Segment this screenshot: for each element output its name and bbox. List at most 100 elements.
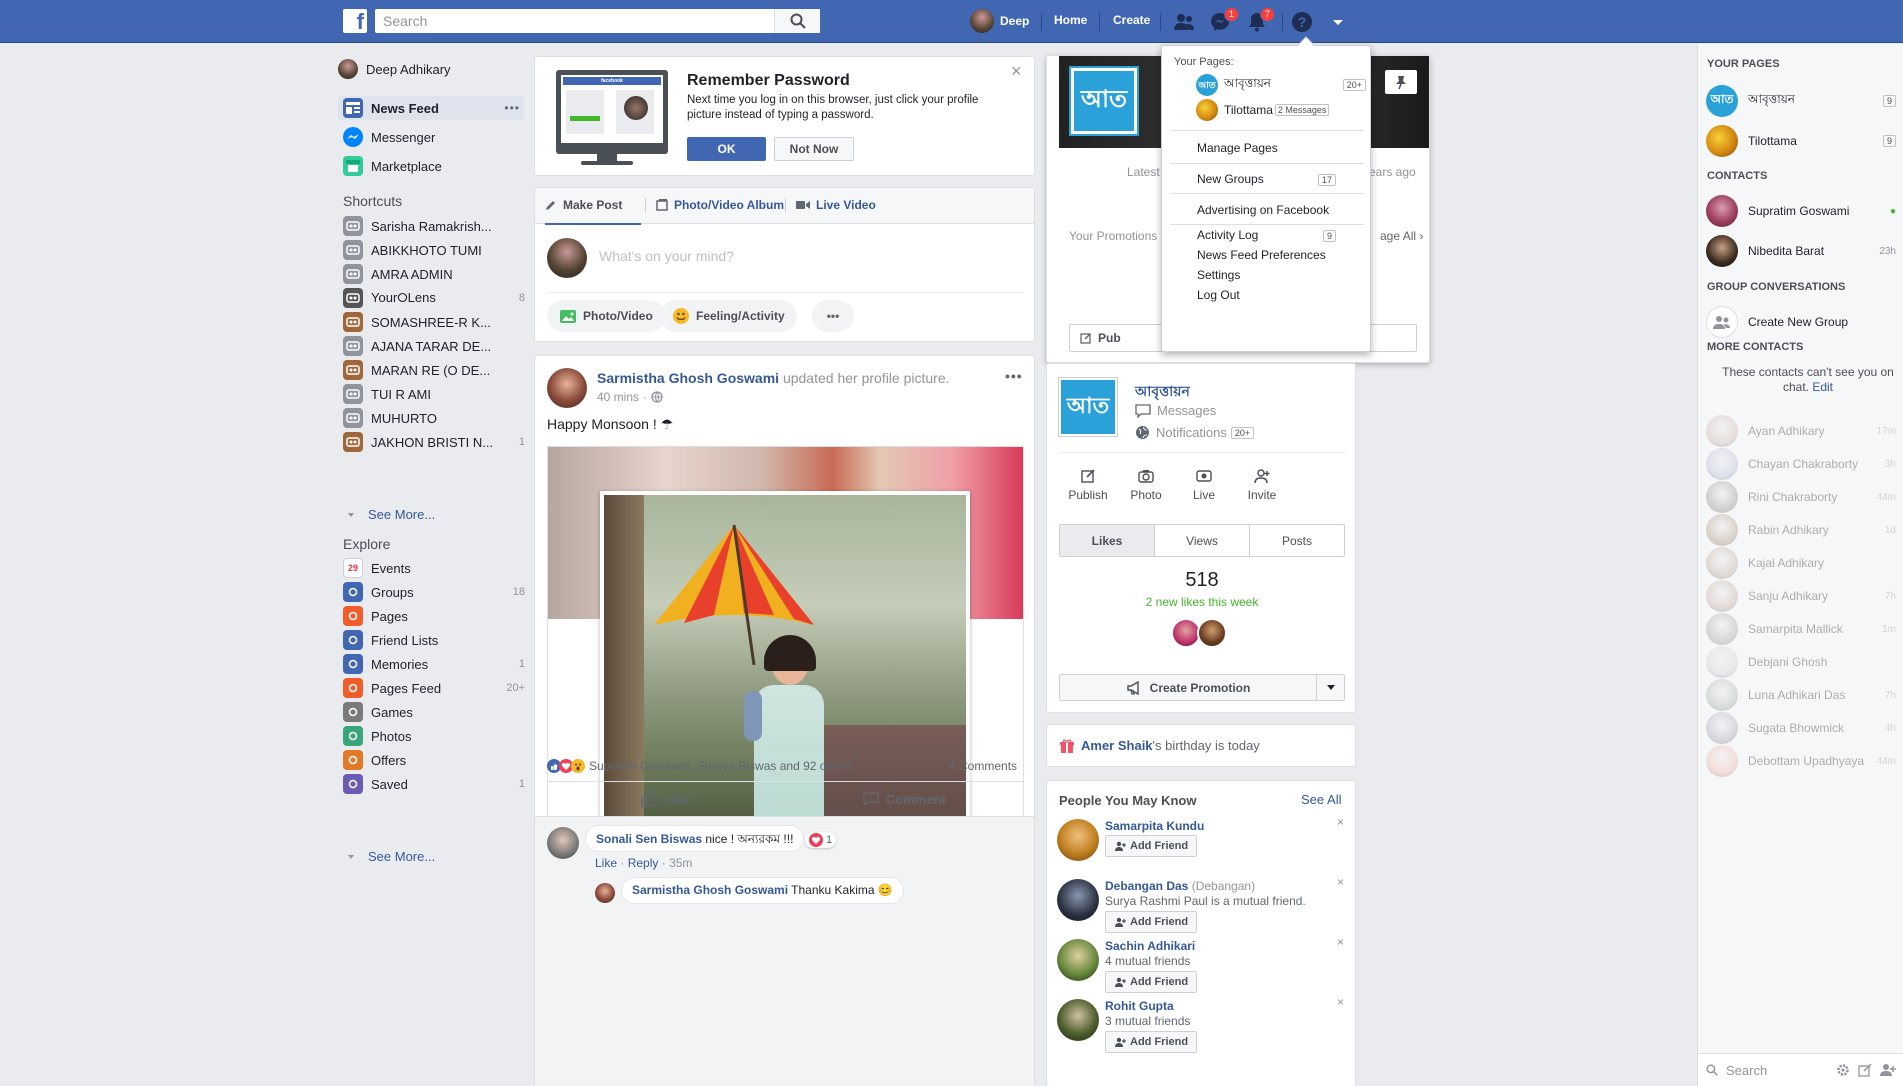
avatar[interactable]: [1057, 819, 1099, 861]
pymk-name-link[interactable]: Samarpita Kundu: [1105, 819, 1204, 833]
help-icon[interactable]: ?: [1290, 10, 1314, 34]
reply-author-link[interactable]: Sarmistha Ghosh Goswami: [632, 883, 788, 897]
search-button[interactable]: [774, 9, 820, 33]
page-logo[interactable]: আত: [1058, 377, 1118, 437]
comment-reply-link[interactable]: Reply: [628, 856, 659, 870]
contact-item[interactable]: Nibedita Barat 23h: [1706, 234, 1896, 268]
avatar[interactable]: [1197, 618, 1227, 648]
chat-page-item[interactable]: Tilottama 9: [1706, 124, 1896, 158]
sidebar-item-shortcut[interactable]: TUI R AMI: [343, 382, 529, 406]
friend-requests-icon[interactable]: [1172, 10, 1196, 34]
add-friend-button[interactable]: Add Friend: [1105, 911, 1198, 933]
page-action-live-button[interactable]: Live: [1175, 468, 1233, 502]
ok-button[interactable]: OK: [687, 137, 766, 161]
gear-icon[interactable]: [1836, 1063, 1850, 1077]
close-icon[interactable]: ×: [1337, 875, 1344, 889]
avatar[interactable]: [1057, 879, 1099, 921]
sidebar-item-shortcut[interactable]: AJANA TARAR DE...: [343, 334, 529, 358]
sidebar-item-explore[interactable]: Friend Lists: [343, 628, 529, 652]
see-more-explore-link[interactable]: See More...: [346, 849, 435, 864]
menu-item-log-out[interactable]: Log Out: [1197, 288, 1240, 302]
contact-item[interactable]: Ayan Adhikary 17m: [1706, 414, 1896, 448]
sidebar-item-shortcut[interactable]: MARAN RE (O DE...: [343, 358, 529, 382]
contact-item[interactable]: Supratim Goswami ●: [1706, 194, 1896, 228]
like-button[interactable]: Like: [640, 790, 690, 808]
post-options-button[interactable]: •••: [1005, 368, 1023, 384]
close-icon[interactable]: ×: [1337, 995, 1344, 1009]
add-friend-button[interactable]: Add Friend: [1105, 835, 1198, 857]
sidebar-item-explore[interactable]: Pages Feed 20+: [343, 676, 529, 700]
sidebar-item-shortcut[interactable]: ABIKKHOTO TUMI: [343, 238, 529, 262]
birthday-card[interactable]: Amer Shaik's birthday is today: [1046, 724, 1356, 767]
not-now-button[interactable]: Not Now: [774, 137, 854, 161]
sidebar-item-marketplace[interactable]: Marketplace: [343, 154, 529, 178]
close-icon[interactable]: ×: [1337, 935, 1344, 949]
pymk-name-link[interactable]: Sachin Adhikari: [1105, 939, 1195, 953]
search-input[interactable]: Search: [375, 9, 820, 33]
page-notifications-link[interactable]: Notifications 20+: [1135, 425, 1255, 440]
comment-button[interactable]: Comment: [862, 790, 946, 808]
post-author-link[interactable]: Sarmistha Ghosh Goswami: [597, 370, 779, 386]
add-friend-button[interactable]: Add Friend: [1105, 971, 1198, 993]
menu-item-activity-log[interactable]: Activity Log: [1197, 228, 1258, 242]
sidebar-item-messenger[interactable]: Messenger: [343, 125, 529, 149]
sidebar-item-shortcut[interactable]: AMRA ADMIN: [343, 262, 529, 286]
comment-reactions[interactable]: 1: [805, 832, 837, 848]
contact-item[interactable]: Luna Adhikari Das 7h: [1706, 678, 1896, 712]
contact-item[interactable]: Rabin Adhikary 1d: [1706, 513, 1896, 547]
tab-live-video[interactable]: Live Video: [785, 198, 876, 212]
sidebar-item-shortcut[interactable]: MUHURTO: [343, 406, 529, 430]
home-link[interactable]: Home: [1054, 13, 1087, 27]
create-promotion-button[interactable]: Create Promotion: [1059, 674, 1345, 701]
menu-item-news-feed-preferences[interactable]: News Feed Preferences: [1197, 248, 1326, 262]
contact-item[interactable]: Rini Chakraborty 44m: [1706, 480, 1896, 514]
new-group-icon[interactable]: [1880, 1063, 1896, 1077]
chat-page-item[interactable]: আত আবৃত্তায়ন 9: [1706, 84, 1896, 118]
close-icon[interactable]: ×: [1011, 61, 1022, 82]
contact-item[interactable]: Debjani Ghosh: [1706, 645, 1896, 679]
sidebar-item-shortcut[interactable]: Your⭘Lens 8: [343, 286, 529, 310]
menu-item-new-groups[interactable]: New Groups: [1197, 172, 1264, 186]
sidebar-item-explore[interactable]: Photos: [343, 724, 529, 748]
whats-on-your-mind-input[interactable]: What's on your mind?: [599, 248, 734, 264]
tab-views[interactable]: Views: [1155, 525, 1250, 556]
dropdown-page-item[interactable]: আত আবৃত্তায়ন 20+: [1196, 74, 1366, 96]
facebook-logo[interactable]: f: [343, 9, 367, 33]
comment-author-link[interactable]: Sonali Sen Biswas: [596, 832, 702, 846]
edit-chat-link[interactable]: Edit: [1812, 380, 1833, 394]
create-new-group-button[interactable]: Create New Group: [1706, 305, 1896, 339]
avatar[interactable]: [1057, 939, 1099, 981]
dropdown-page-item[interactable]: Tilottama 2 Messages: [1196, 99, 1366, 121]
sidebar-item-explore[interactable]: Games: [343, 700, 529, 724]
tab-photo-video-album[interactable]: Photo/Video Album: [645, 198, 784, 212]
pymk-name-link[interactable]: Rohit Gupta: [1105, 999, 1174, 1013]
avatar[interactable]: [547, 827, 579, 859]
sidebar-item-explore[interactable]: Offers: [343, 748, 529, 772]
avatar[interactable]: [547, 368, 587, 408]
page-messages-link[interactable]: Messages: [1135, 403, 1216, 418]
see-more-shortcuts-link[interactable]: See More...: [346, 507, 435, 522]
contact-item[interactable]: Chayan Chakraborty 3h: [1706, 447, 1896, 481]
news-feed-more-button[interactable]: •••: [504, 101, 524, 115]
chat-search-input[interactable]: Search: [1726, 1063, 1836, 1078]
manage-all-link[interactable]: age All ›: [1380, 229, 1423, 243]
menu-item-advertising-on-facebook[interactable]: Advertising on Facebook: [1197, 203, 1329, 217]
comment-time[interactable]: 35m: [669, 856, 692, 870]
see-all-link[interactable]: See All: [1301, 792, 1341, 807]
sidebar-item-shortcut[interactable]: Sarisha Ramakrish...: [343, 214, 529, 238]
sidebar-item-explore[interactable]: Pages: [343, 604, 529, 628]
page-action-photo-button[interactable]: Photo: [1117, 468, 1175, 502]
avatar[interactable]: [1057, 999, 1099, 1041]
birthday-name-link[interactable]: Amer Shaik: [1081, 738, 1153, 753]
profile-link[interactable]: Deep: [970, 9, 1029, 33]
contact-item[interactable]: Debottam Upadhyaya 44m: [1706, 744, 1896, 778]
create-promotion-chevron-down-icon[interactable]: [1316, 675, 1344, 700]
menu-item-settings[interactable]: Settings: [1197, 268, 1240, 282]
sidebar-item-explore[interactable]: Saved 1: [343, 772, 529, 796]
comment-like-link[interactable]: Like: [595, 856, 617, 870]
post-timestamp[interactable]: 40 mins: [597, 390, 639, 404]
sidebar-item-explore[interactable]: 29 Events: [343, 556, 529, 580]
profile-shortcut[interactable]: Deep Adhikary: [338, 57, 524, 81]
feeling-activity-button[interactable]: Feeling/Activity: [660, 300, 797, 332]
comments-count-link[interactable]: 4 Comments: [949, 759, 1017, 773]
